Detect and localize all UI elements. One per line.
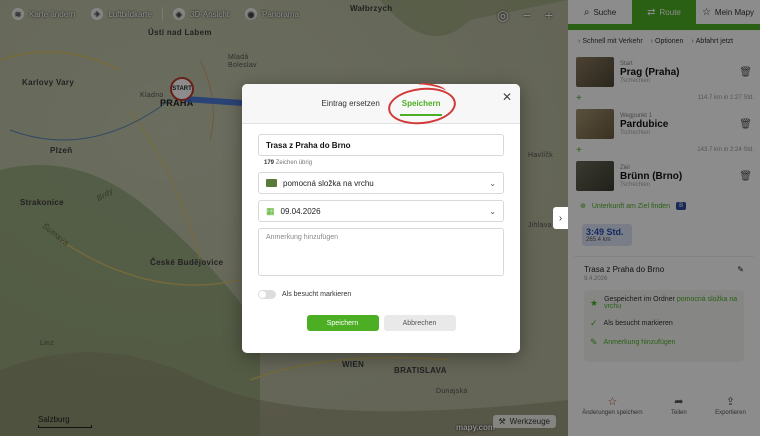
folder-icon bbox=[266, 179, 277, 187]
chevron-down-icon: ⌄ bbox=[489, 206, 496, 216]
dialog-buttons: Speichern Abbrechen bbox=[258, 315, 504, 331]
dialog-body: Trasa z Praha do Brno 179 Zeichen übrig … bbox=[242, 124, 520, 341]
panel-overlay[interactable] bbox=[568, 0, 760, 436]
folder-select-value: pomocná složka na vrchu bbox=[266, 179, 374, 188]
cancel-button[interactable]: Abbrechen bbox=[383, 315, 456, 331]
chars-label: Zeichen übrig bbox=[275, 160, 313, 166]
folder-name: pomocná složka na vrchu bbox=[283, 178, 374, 188]
dialog-tabs: Eintrag ersetzen Speichern ✕ bbox=[242, 81, 520, 128]
date-value: 09.04.2026 bbox=[280, 206, 321, 216]
annotation-circle bbox=[386, 84, 458, 128]
folder-select[interactable]: pomocná složka na vrchu ⌄ bbox=[258, 172, 504, 194]
app-root: Wałbrzych Ústí nad Labem Karlovy Vary Kl… bbox=[0, 0, 760, 436]
tab-replace-entry[interactable]: Eintrag ersetzen bbox=[320, 87, 382, 120]
note-textarea[interactable]: Anmerkung hinzufügen bbox=[258, 228, 504, 276]
save-route-dialog: Eintrag ersetzen Speichern ✕ Trasa z Pra… bbox=[242, 81, 520, 353]
chars-remaining: 179 Zeichen übrig bbox=[264, 160, 504, 166]
chevron-right-icon: › bbox=[558, 212, 563, 224]
date-select-value: ▦ 09.04.2026 bbox=[266, 206, 321, 217]
close-icon[interactable]: ✕ bbox=[502, 90, 512, 104]
route-panel: ⌕ Suche ⇄ Route ☆ Mein Mapy › Schnell mit Ve… bbox=[568, 0, 760, 436]
mark-visited-toggle-row[interactable]: Als besucht markieren bbox=[258, 290, 504, 299]
chars-count: 179 bbox=[264, 160, 275, 166]
calendar-icon: ▦ bbox=[266, 205, 275, 216]
visited-toggle[interactable] bbox=[258, 290, 276, 299]
route-name-input[interactable]: Trasa z Praha do Brno bbox=[258, 134, 504, 156]
chevron-down-icon: ⌄ bbox=[489, 178, 496, 188]
visited-toggle-label: Als besucht markieren bbox=[282, 291, 352, 298]
panel-collapse-handle[interactable]: › bbox=[553, 207, 568, 229]
date-select[interactable]: ▦ 09.04.2026 ⌄ bbox=[258, 200, 504, 222]
save-button[interactable]: Speichern bbox=[306, 315, 379, 331]
